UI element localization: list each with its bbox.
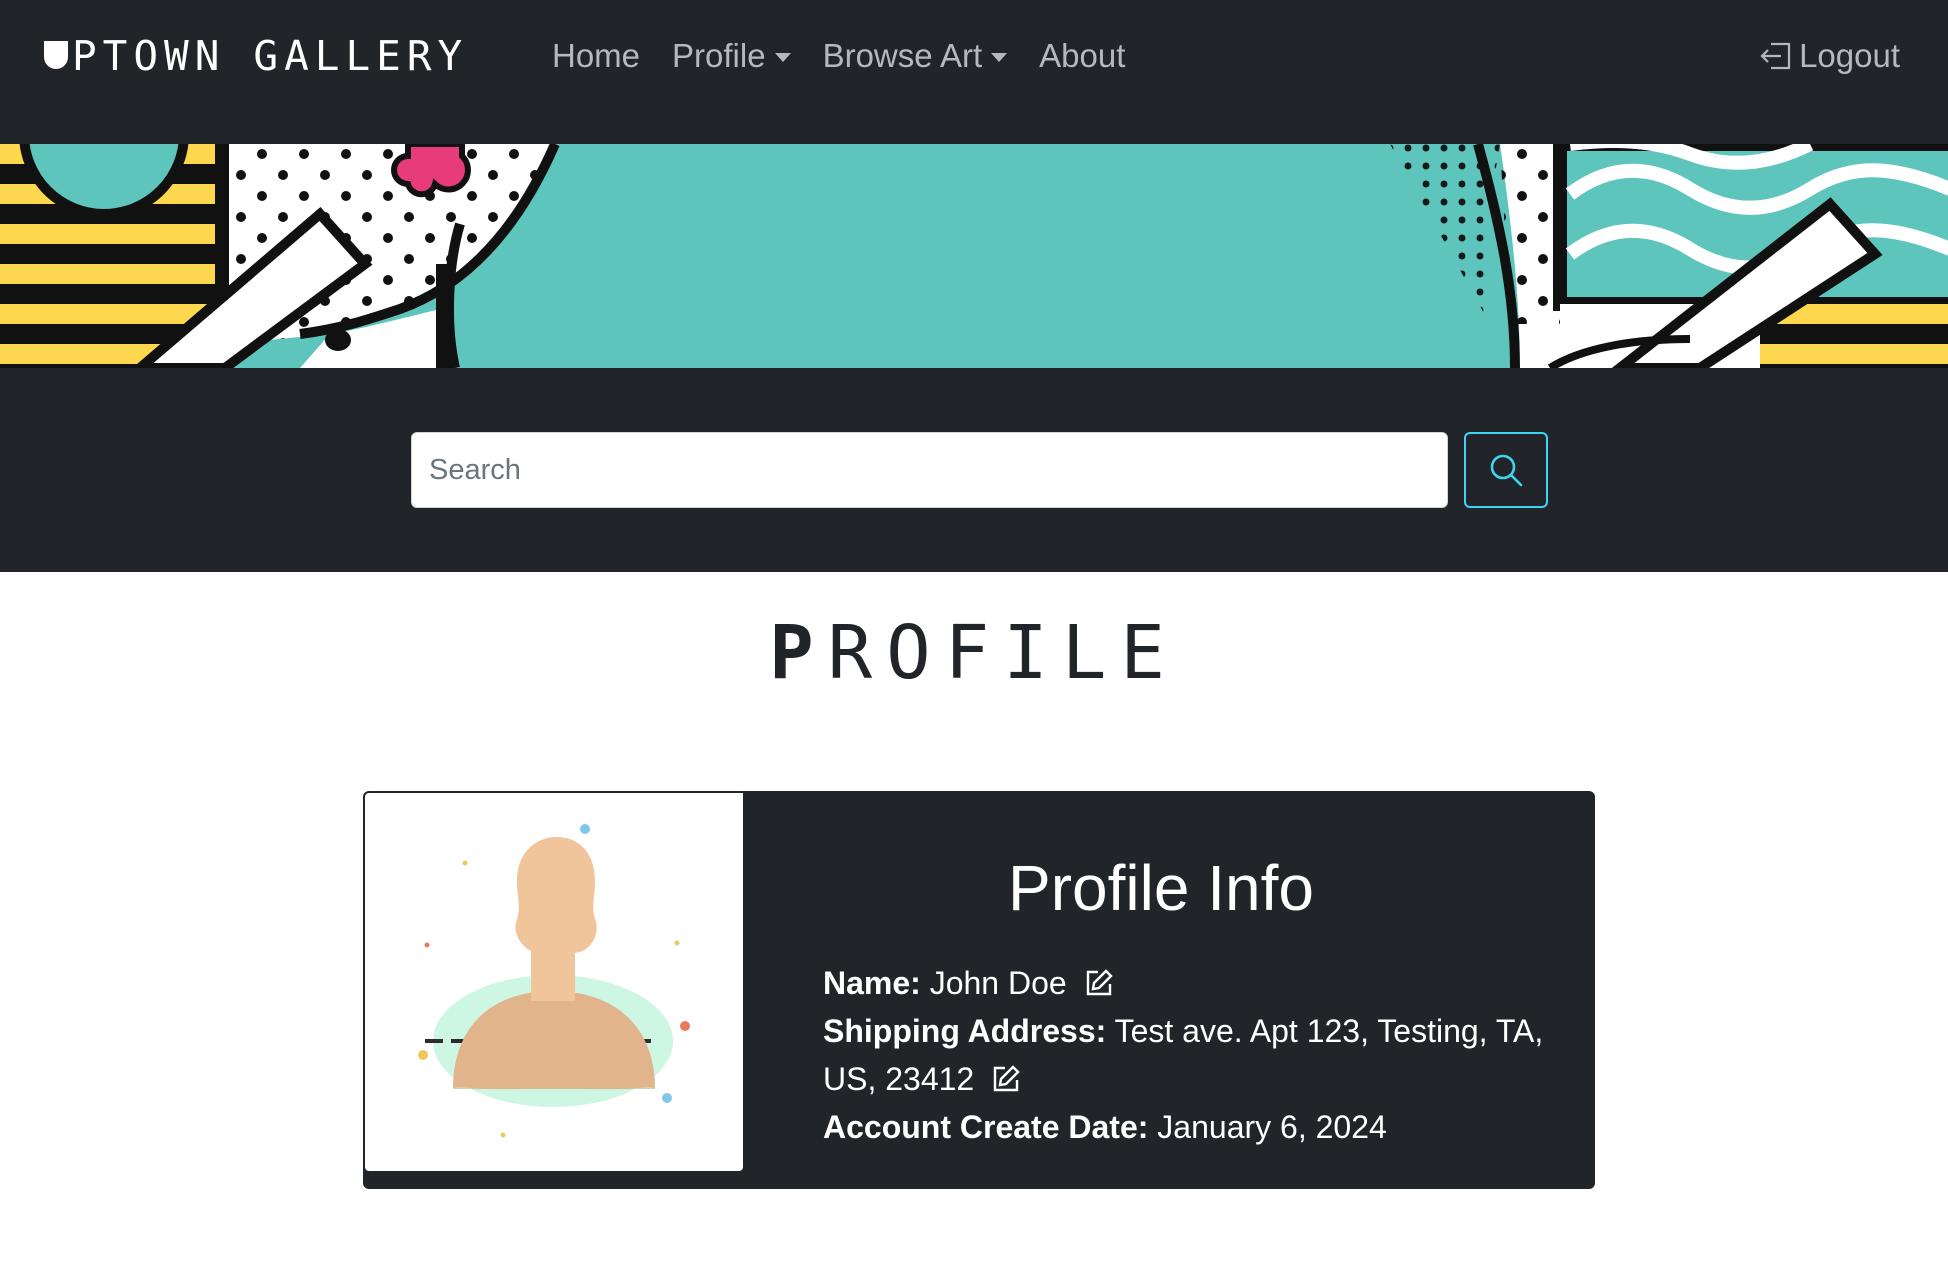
created-date-row: Account Create Date: January 6, 2024	[823, 1103, 1563, 1151]
main-nav: Home Profile Browse Art About	[536, 30, 1141, 82]
logout-button[interactable]: Logout	[1759, 30, 1900, 82]
page-title-rest: ROFILE	[827, 610, 1179, 696]
page-title: PROFILE	[0, 610, 1948, 696]
profile-details: Name: John Doe Shipping Address: Test av…	[823, 959, 1563, 1151]
search-section	[0, 368, 1948, 572]
nav-home-label: Home	[552, 37, 641, 74]
account-create-date-label: Account Create Date:	[823, 1109, 1149, 1145]
account-create-date-value: January 6, 2024	[1157, 1109, 1387, 1145]
name-value: John Doe	[929, 965, 1067, 1001]
profile-info-title: Profile Info	[1008, 852, 1314, 924]
caret-down-icon	[774, 52, 791, 62]
logout-icon	[1760, 42, 1791, 70]
nav-about-label: About	[1039, 37, 1126, 74]
brand-word2: GALLERY	[253, 32, 469, 80]
brand-logo[interactable]: PTOWN GALLERY	[44, 30, 468, 82]
shield-logo-icon	[44, 41, 68, 69]
search-input[interactable]	[411, 432, 1448, 508]
profile-card: Profile Info Name: John Doe Shipping Add…	[363, 791, 1595, 1189]
navbar: PTOWN GALLERY Home Profile Browse Art Ab…	[0, 0, 1948, 144]
search-icon	[1490, 454, 1523, 487]
avatar	[365, 793, 743, 1171]
page-title-first-letter: P	[769, 610, 828, 696]
caret-down-icon	[991, 52, 1008, 62]
person-avatar-illustration	[418, 824, 690, 1138]
nav-browse-art-label: Browse Art	[822, 37, 983, 74]
name-row: Name: John Doe	[823, 959, 1563, 1007]
name-label: Name:	[823, 965, 921, 1001]
nav-profile-dropdown[interactable]: Profile	[656, 30, 807, 82]
nav-browse-art-dropdown[interactable]: Browse Art	[807, 30, 1024, 82]
brand-word1: PTOWN	[72, 32, 226, 80]
nav-home[interactable]: Home	[536, 30, 656, 82]
nav-profile-label: Profile	[672, 37, 766, 74]
address-row: Shipping Address: Test ave. Apt 123, Tes…	[823, 1007, 1563, 1103]
edit-name-icon[interactable]	[1084, 968, 1114, 998]
edit-address-icon[interactable]	[991, 1064, 1021, 1094]
hero-banner-art	[0, 144, 1948, 368]
search-button[interactable]	[1464, 432, 1548, 508]
profile-info: Profile Info Name: John Doe Shipping Add…	[823, 851, 1563, 1151]
shipping-address-label: Shipping Address:	[823, 1013, 1107, 1049]
logout-label: Logout	[1799, 37, 1900, 74]
nav-about[interactable]: About	[1023, 30, 1141, 82]
